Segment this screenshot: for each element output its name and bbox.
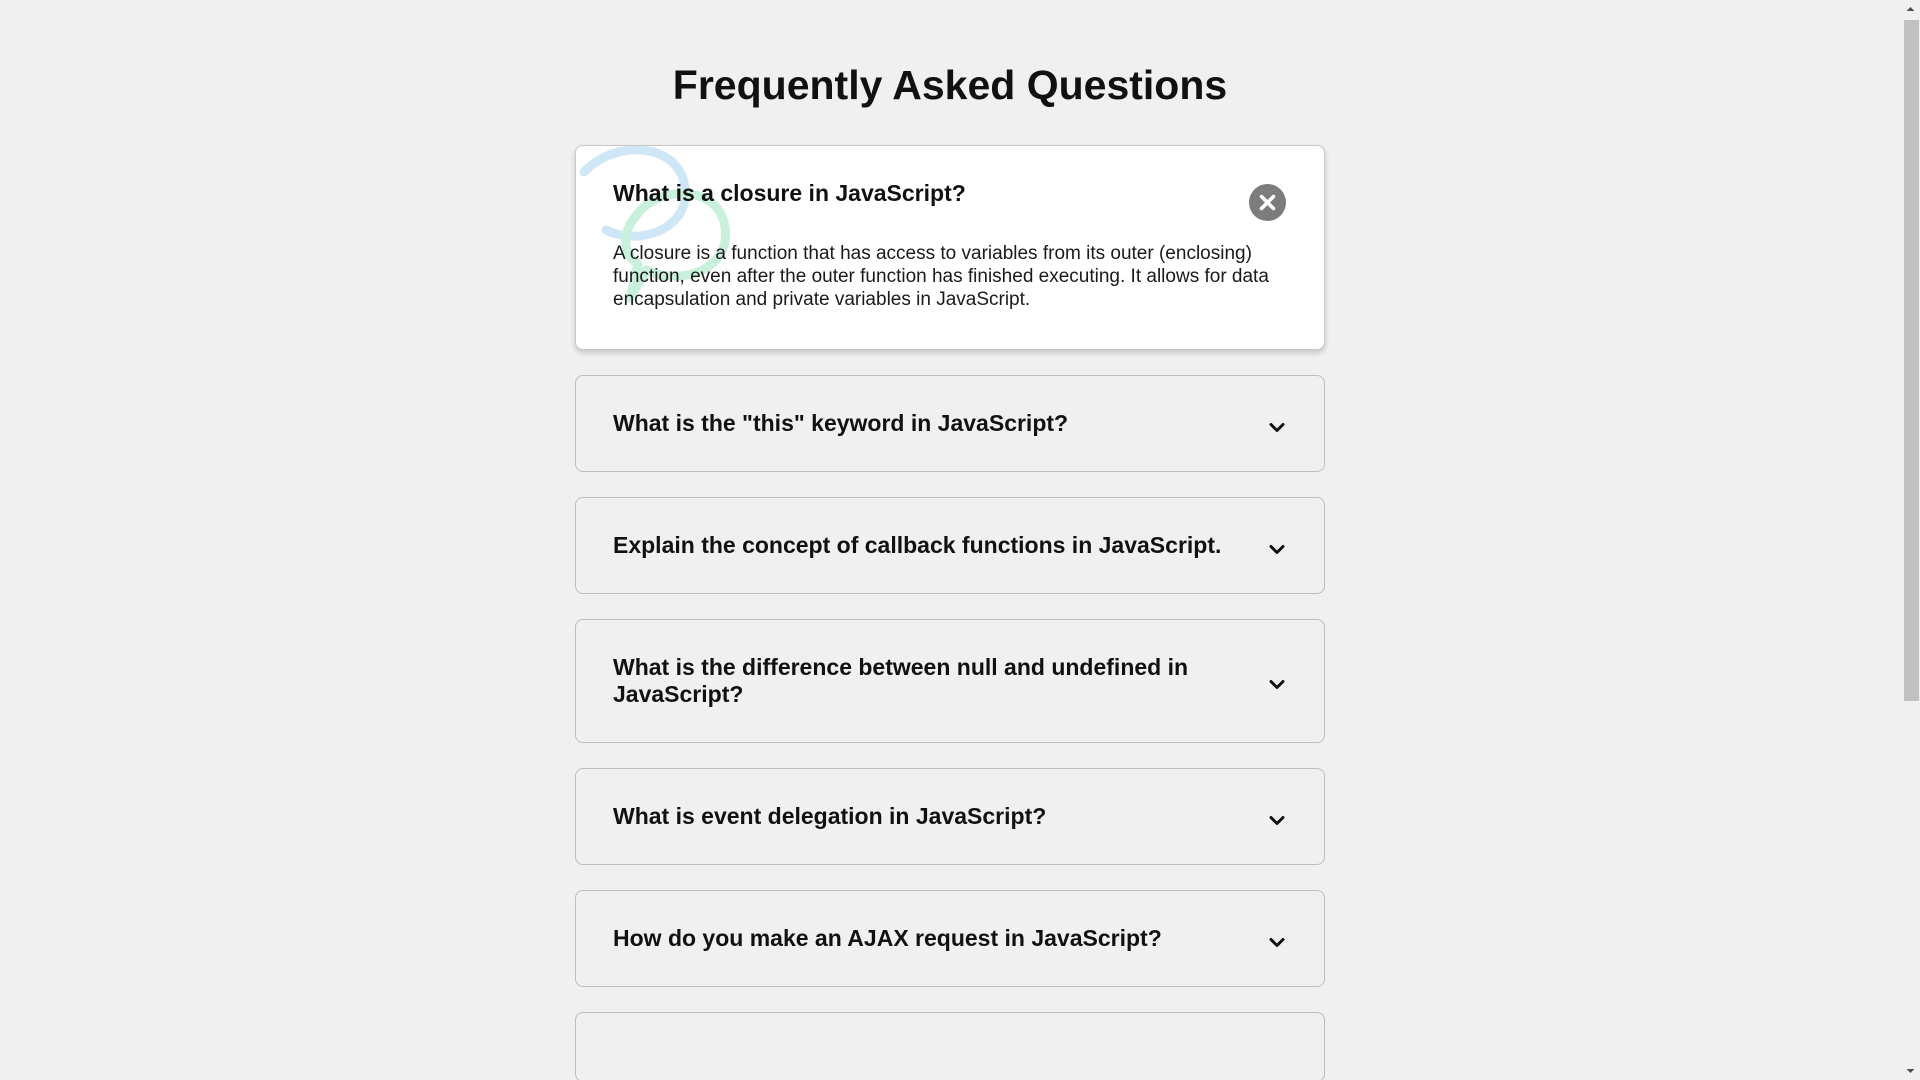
faq-list: What is a closure in JavaScript? A closu…: [575, 145, 1325, 1080]
expand-toggle[interactable]: [1267, 675, 1287, 695]
close-button[interactable]: [1249, 184, 1286, 221]
chevron-down-icon: [1269, 422, 1285, 432]
faq-item[interactable]: What is the difference between null and …: [575, 619, 1325, 743]
faq-question: What is a closure in JavaScript?: [613, 180, 966, 206]
chevron-down-icon: [1269, 815, 1285, 825]
chevron-down-icon: [1269, 680, 1285, 689]
page-title: Frequently Asked Questions: [672, 62, 1228, 108]
faq-item[interactable]: What is a closure in JavaScript? A closu…: [575, 145, 1325, 350]
expand-toggle[interactable]: [1267, 418, 1287, 438]
scroll-down-arrow[interactable]: [1901, 1062, 1920, 1080]
faq-question: What is event delegation in JavaScript?: [613, 803, 1047, 829]
faq-question: How do you make an AJAX request in JavaS…: [613, 925, 1162, 951]
chevron-down-icon: [1269, 937, 1285, 947]
vertical-scrollbar[interactable]: [1901, 0, 1920, 1080]
faq-page: Frequently Asked Questions What is a clo…: [0, 0, 1920, 1080]
close-icon: [1259, 194, 1276, 211]
expand-toggle[interactable]: [1267, 540, 1287, 560]
faq-question: Explain the concept of callback function…: [613, 532, 1222, 558]
faq-item[interactable]: How do you make an AJAX request in JavaS…: [575, 890, 1325, 987]
faq-question: What is the difference between null and …: [613, 654, 1189, 707]
expand-toggle[interactable]: [1267, 811, 1287, 831]
arrow-down-icon: [1906, 1069, 1915, 1073]
faq-item[interactable]: What is event delegation in JavaScript?: [575, 768, 1325, 865]
arrow-up-icon: [1906, 7, 1915, 11]
scroll-up-arrow[interactable]: [1901, 0, 1920, 18]
faq-item[interactable]: What is the "this" keyword in JavaScript…: [575, 375, 1325, 472]
faq-answer: A closure is a function that has access …: [613, 243, 1269, 310]
faq-item[interactable]: [575, 1012, 1325, 1080]
faq-question: What is the "this" keyword in JavaScript…: [613, 410, 1069, 436]
faq-item[interactable]: Explain the concept of callback function…: [575, 497, 1325, 594]
chevron-down-icon: [1269, 544, 1285, 554]
expand-toggle[interactable]: [1267, 933, 1287, 953]
scroll-thumb[interactable]: [1904, 20, 1919, 701]
